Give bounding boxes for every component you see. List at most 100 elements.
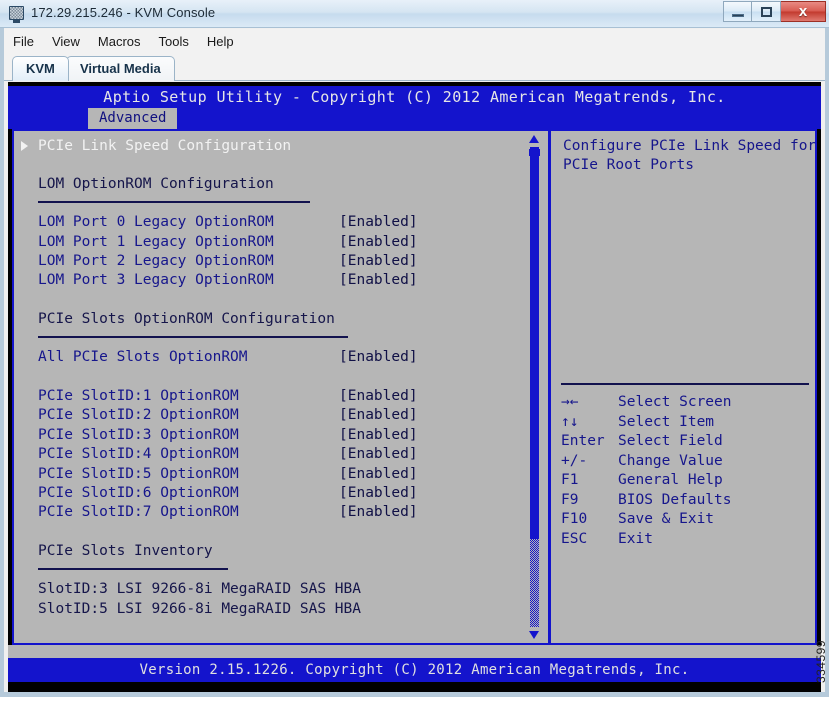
scrollbar-thumb-cap[interactable]: [529, 149, 540, 156]
setting-label: All PCIe Slots OptionROM: [38, 349, 248, 365]
key-glyph: F9: [561, 492, 579, 508]
setting-label: LOM Port 2 Legacy OptionROM: [38, 253, 274, 269]
key-desc: General Help: [618, 472, 723, 488]
setting-label: PCIe SlotID:3 OptionROM: [38, 427, 239, 443]
section-title-pcie-slots-optionrom: PCIe Slots OptionROM Configuration: [38, 311, 335, 327]
section-title-lom-optionrom: LOM OptionROM Configuration: [38, 176, 274, 192]
window-controls: x: [723, 1, 826, 23]
setting-row-lom-port-1[interactable]: LOM Port 1 Legacy OptionROM [Enabled]: [14, 233, 519, 252]
bios-screen: Aptio Setup Utility - Copyright (C) 2012…: [8, 82, 821, 692]
bios-footer-spacer: [8, 645, 821, 658]
minimize-button[interactable]: [723, 1, 752, 22]
kvm-console-window: 172.29.215.246 - KVM Console x File View…: [0, 0, 829, 702]
bios-tab-advanced[interactable]: Advanced: [88, 108, 178, 129]
menu-bar: File View Macros Tools Help: [4, 29, 825, 53]
maximize-button[interactable]: [752, 1, 781, 22]
scrollbar-thumb[interactable]: [530, 147, 539, 539]
minimize-icon: [732, 14, 744, 17]
key-legend-rule: [561, 383, 809, 385]
vertical-scrollbar[interactable]: [527, 131, 542, 643]
setting-label: PCIe SlotID:7 OptionROM: [38, 504, 239, 520]
setting-value[interactable]: [Enabled]: [339, 387, 418, 406]
tab-strip: KVM Virtual Media: [4, 53, 825, 81]
maximize-icon: [761, 7, 772, 17]
setting-row-lom-port-2[interactable]: LOM Port 2 Legacy OptionROM [Enabled]: [14, 252, 519, 271]
setting-value[interactable]: [Enabled]: [339, 406, 418, 425]
menu-item-help[interactable]: Help: [198, 32, 243, 51]
setting-row-all-pcie-slots[interactable]: All PCIe Slots OptionROM [Enabled]: [14, 348, 519, 367]
setting-row-pcie-slot-2[interactable]: PCIe SlotID:2 OptionROM [Enabled]: [14, 406, 519, 425]
setting-value[interactable]: [Enabled]: [339, 426, 418, 445]
bios-help-pane: Configure PCIe Link Speed for PCIe Root …: [555, 131, 815, 643]
key-glyph: ↑↓: [561, 414, 579, 430]
close-button[interactable]: x: [781, 1, 826, 22]
key-glyph: Enter: [561, 433, 605, 449]
bios-header-bar: Aptio Setup Utility - Copyright (C) 2012…: [8, 86, 821, 108]
inventory-row-slot-5: SlotID:5 LSI 9266-8i MegaRAID SAS HBA: [38, 601, 362, 617]
setting-label: PCIe SlotID:2 OptionROM: [38, 407, 239, 423]
menu-item-file[interactable]: File: [4, 32, 43, 51]
key-glyph: F10: [561, 511, 588, 527]
bios-header-title: Aptio Setup Utility - Copyright (C) 2012…: [103, 88, 726, 106]
bios-footer-bar: Version 2.15.1226. Copyright (C) 2012 Am…: [8, 658, 821, 682]
submenu-arrow-icon: [21, 141, 28, 151]
section-title-pcie-slots-inventory: PCIe Slots Inventory: [38, 543, 213, 559]
setting-value[interactable]: [Enabled]: [339, 252, 418, 271]
setting-row-pcie-slot-1[interactable]: PCIe SlotID:1 OptionROM [Enabled]: [14, 387, 519, 406]
setting-row-pcie-slot-7[interactable]: PCIe SlotID:7 OptionROM [Enabled]: [14, 503, 519, 522]
bios-screen-inner: Aptio Setup Utility - Copyright (C) 2012…: [8, 82, 821, 692]
bios-menu-tab-row: Advanced: [8, 108, 821, 129]
menu-item-label: PCIe Link Speed Configuration: [38, 138, 292, 154]
scroll-down-arrow-icon[interactable]: [529, 631, 539, 639]
setting-label: LOM Port 0 Legacy OptionROM: [38, 214, 274, 230]
setting-label: PCIe SlotID:6 OptionROM: [38, 485, 239, 501]
setting-row-pcie-slot-3[interactable]: PCIe SlotID:3 OptionROM [Enabled]: [14, 426, 519, 445]
setting-value[interactable]: [Enabled]: [339, 213, 418, 232]
setting-value[interactable]: [Enabled]: [339, 465, 418, 484]
key-desc: Change Value: [618, 453, 723, 469]
setting-label: PCIe SlotID:4 OptionROM: [38, 446, 239, 462]
scroll-up-arrow-icon[interactable]: [529, 135, 539, 143]
setting-value[interactable]: [Enabled]: [339, 348, 418, 367]
setting-row-lom-port-0[interactable]: LOM Port 0 Legacy OptionROM [Enabled]: [14, 213, 519, 232]
close-icon: x: [798, 3, 808, 20]
setting-value[interactable]: [Enabled]: [339, 503, 418, 522]
pane-divider: [548, 131, 551, 643]
section-rule-lom: [38, 201, 310, 203]
menu-item-pcie-link-speed-configuration[interactable]: PCIe Link Speed Configuration: [14, 137, 519, 156]
key-glyph: ESC: [561, 531, 588, 547]
figure-number: 334599: [814, 640, 828, 684]
setting-label: PCIe SlotID:5 OptionROM: [38, 466, 239, 482]
key-desc: Save & Exit: [618, 511, 715, 527]
tab-virtual-media[interactable]: Virtual Media: [66, 56, 175, 81]
setting-label: PCIe SlotID:1 OptionROM: [38, 388, 239, 404]
key-desc: Select Field: [618, 433, 723, 449]
setting-row-pcie-slot-6[interactable]: PCIe SlotID:6 OptionROM [Enabled]: [14, 484, 519, 503]
setting-row-lom-port-3[interactable]: LOM Port 3 Legacy OptionROM [Enabled]: [14, 271, 519, 290]
help-text-line-2: PCIe Root Ports: [563, 157, 694, 173]
key-desc: Select Screen: [618, 394, 732, 410]
setting-value[interactable]: [Enabled]: [339, 445, 418, 464]
key-glyph: →←: [561, 394, 579, 410]
menu-item-macros[interactable]: Macros: [89, 32, 150, 51]
bios-settings-pane: PCIe Link Speed Configuration LOM Option…: [14, 131, 544, 643]
setting-value[interactable]: [Enabled]: [339, 271, 418, 290]
section-rule-inventory: [38, 568, 228, 570]
inventory-row-slot-3: SlotID:3 LSI 9266-8i MegaRAID SAS HBA: [38, 581, 362, 597]
key-desc: Exit: [618, 531, 653, 547]
setting-label: LOM Port 1 Legacy OptionROM: [38, 234, 274, 250]
menu-item-view[interactable]: View: [43, 32, 89, 51]
setting-value[interactable]: [Enabled]: [339, 484, 418, 503]
tab-kvm[interactable]: KVM: [12, 56, 69, 81]
section-rule-pcie-slots: [38, 336, 348, 338]
key-desc: BIOS Defaults: [618, 492, 732, 508]
key-glyph: F1: [561, 472, 579, 488]
setting-row-pcie-slot-5[interactable]: PCIe SlotID:5 OptionROM [Enabled]: [14, 465, 519, 484]
monitor-icon: [9, 6, 24, 23]
bios-content-area: PCIe Link Speed Configuration LOM Option…: [12, 129, 817, 645]
help-text-line-1: Configure PCIe Link Speed for: [563, 138, 815, 154]
setting-row-pcie-slot-4[interactable]: PCIe SlotID:4 OptionROM [Enabled]: [14, 445, 519, 464]
title-bar: 172.29.215.246 - KVM Console x: [0, 0, 829, 28]
setting-value[interactable]: [Enabled]: [339, 233, 418, 252]
menu-item-tools[interactable]: Tools: [150, 32, 198, 51]
